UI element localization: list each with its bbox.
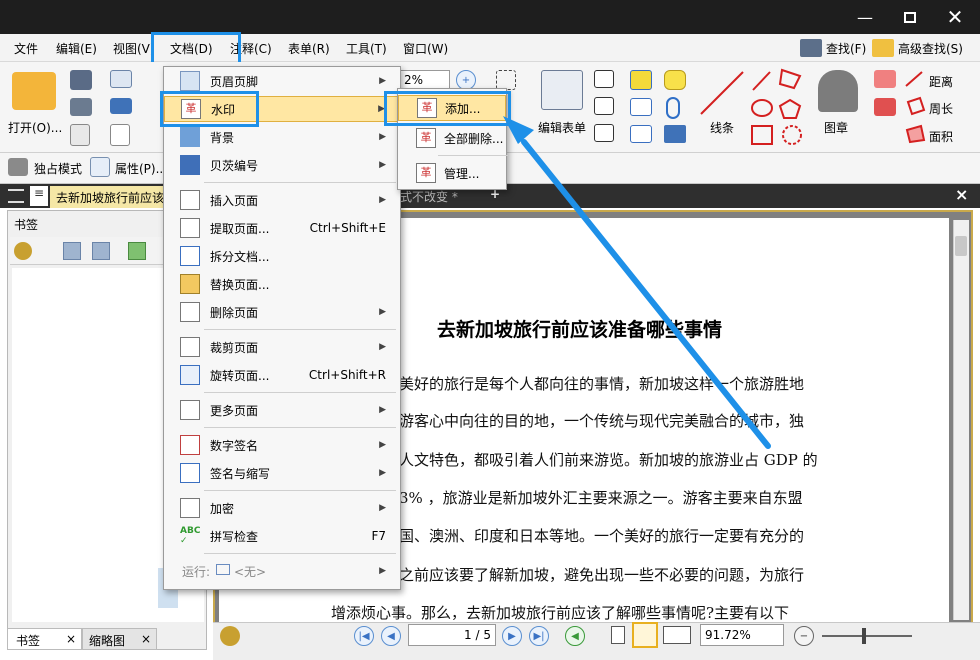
annotation-arrow xyxy=(503,116,771,449)
